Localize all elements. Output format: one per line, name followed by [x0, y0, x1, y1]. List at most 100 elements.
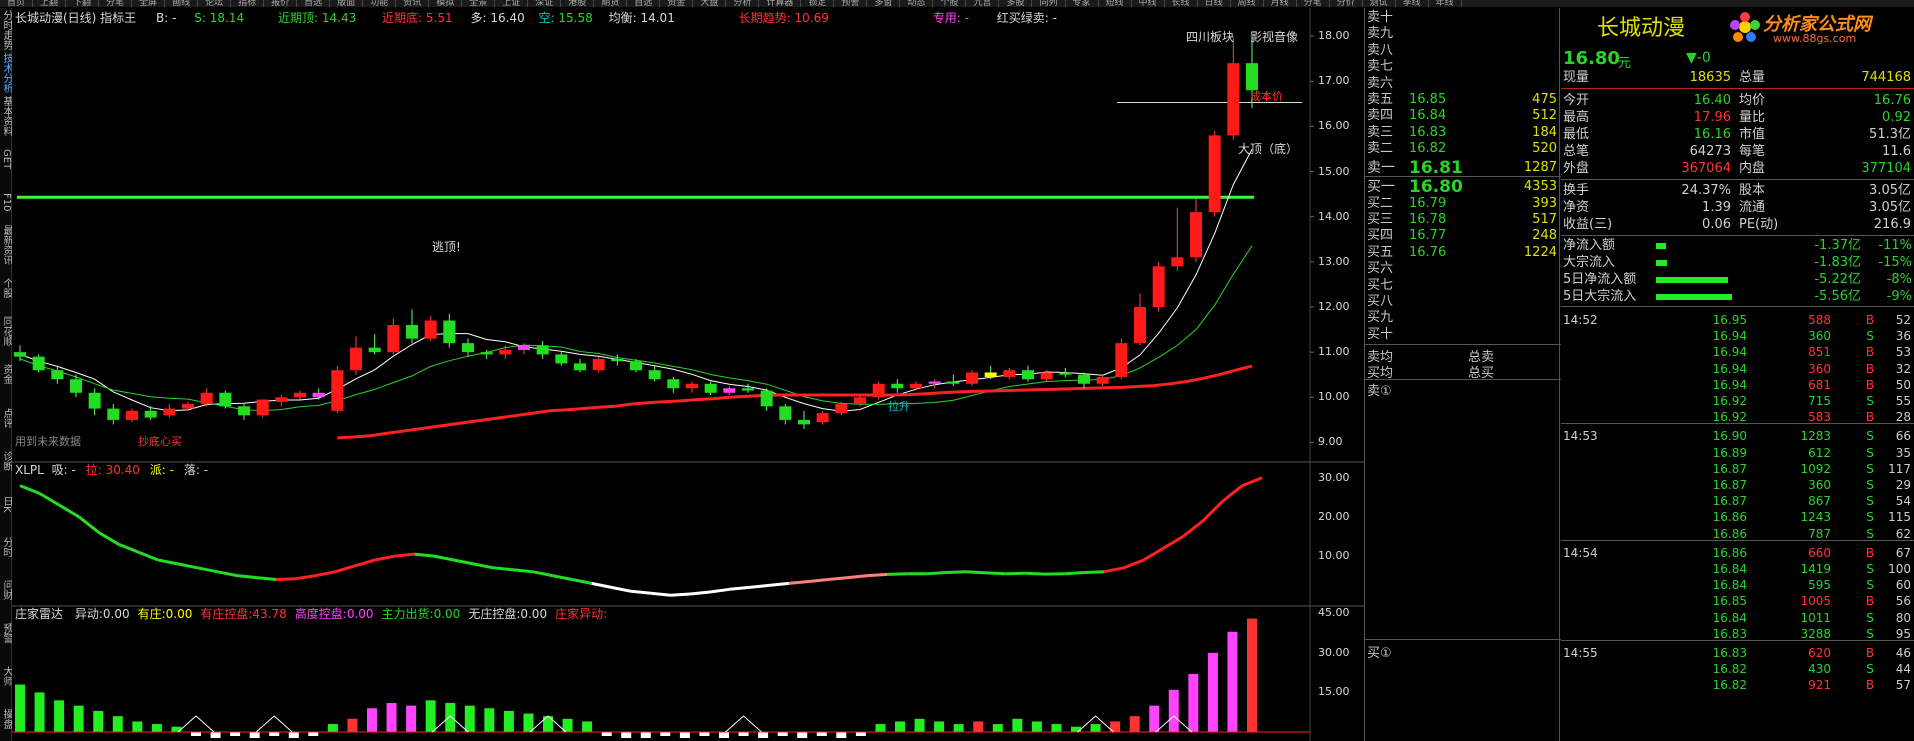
menu-item[interactable]: 大盘	[693, 0, 727, 7]
menu-item[interactable]: 全屏	[132, 0, 166, 7]
menu-item[interactable]: 模拟	[429, 0, 463, 7]
sell-row[interactable]: 卖二 16.82 520	[1365, 141, 1561, 156]
buy-row[interactable]: 买三 16.78 517	[1365, 212, 1561, 227]
left-tab[interactable]: 分时	[0, 525, 12, 568]
menu-item[interactable]: 资讯	[396, 0, 430, 7]
menu-item[interactable]: 个股	[933, 0, 967, 7]
left-tab[interactable]: 技术分析	[0, 51, 12, 94]
radar-item-label: 有庄控盘:	[200, 607, 253, 621]
left-tab[interactable]: 预警	[0, 612, 12, 655]
menu-item[interactable]: 上证	[495, 0, 529, 7]
menu-item[interactable]: 首选	[297, 0, 331, 7]
sell-queue-label[interactable]: 卖①	[1367, 380, 1392, 399]
menu-item[interactable]: 港股	[561, 0, 595, 7]
buy-level-label: 买九	[1367, 310, 1394, 326]
menu-item[interactable]: 九宫	[966, 0, 1000, 7]
menu-item[interactable]: 上翻	[33, 0, 67, 7]
menu-item[interactable]: 分价	[1330, 0, 1363, 7]
menu-item[interactable]: 分笔	[1297, 0, 1330, 7]
menu-item[interactable]: 专家	[1066, 0, 1099, 7]
sell-row[interactable]: 卖九	[1365, 26, 1561, 41]
left-tab[interactable]: 资金	[0, 353, 12, 396]
xlpl-la-label: 拉:	[85, 463, 102, 477]
menu-item[interactable]: 期货	[594, 0, 628, 7]
buy-queue-label[interactable]: 买①	[1367, 642, 1392, 661]
left-tab[interactable]: 基本资料	[0, 94, 12, 137]
sell-row[interactable]: 卖六	[1365, 76, 1561, 91]
menu-item[interactable]: 版面	[330, 0, 364, 7]
quote-label: 最高	[1563, 110, 1590, 125]
menu-item[interactable]: 自选	[627, 0, 661, 7]
yingshi-block-label[interactable]: 影视音像	[1250, 28, 1298, 45]
left-tab[interactable]: 大师	[0, 655, 12, 698]
quote-label: 内盘	[1739, 161, 1766, 176]
left-tab[interactable]: 操盘	[0, 698, 12, 741]
radar-item-label: 异动:	[74, 607, 103, 621]
sell-row[interactable]: 卖三 16.83 184	[1365, 125, 1561, 140]
left-tab[interactable]: 个股	[0, 267, 12, 310]
menu-item[interactable]: 论坛	[198, 0, 232, 7]
menu-item[interactable]: 多窗	[867, 0, 901, 7]
left-tab[interactable]: 同花顺	[0, 310, 12, 353]
sell-row[interactable]: 卖八	[1365, 43, 1561, 58]
menu-item[interactable]: 分析	[726, 0, 760, 7]
book-divider	[1365, 639, 1561, 640]
menu-item[interactable]: 预警	[834, 0, 868, 7]
menu-item[interactable]: 长线	[1165, 0, 1198, 7]
menu-item[interactable]: 年线	[1429, 0, 1462, 7]
buy-row[interactable]: 买十	[1365, 327, 1561, 342]
menu-item[interactable]: 画线	[165, 0, 199, 7]
menu-item[interactable]: 动态	[900, 0, 934, 7]
menu-item[interactable]: 月线	[1264, 0, 1297, 7]
menu-item[interactable]: 全景	[462, 0, 496, 7]
left-tab[interactable]: 分时走势	[0, 8, 12, 51]
left-tab[interactable]: F10	[0, 180, 12, 223]
menu-item[interactable]: 功能	[363, 0, 397, 7]
sell-row[interactable]: 卖一 16.81 1287	[1365, 158, 1561, 178]
left-tab[interactable]: 问财	[0, 569, 12, 612]
menu-item[interactable]: 测试	[1363, 0, 1396, 7]
left-tab[interactable]: 诊断	[0, 439, 12, 482]
menu-item[interactable]: 季线	[1396, 0, 1429, 7]
menu-item[interactable]: 分笔	[99, 0, 133, 7]
menu-item[interactable]: 中线	[1132, 0, 1165, 7]
buy-row[interactable]: 买一 16.80 4353	[1365, 177, 1561, 197]
sichuan-block-label[interactable]: 四川板块	[1186, 28, 1234, 45]
menu-item[interactable]: 首页	[0, 0, 34, 7]
left-tab[interactable]: 点评	[0, 396, 12, 439]
sell-row[interactable]: 卖十	[1365, 10, 1561, 25]
menu-item[interactable]: 短线	[1099, 0, 1132, 7]
menu-item[interactable]: 计算器	[759, 0, 802, 7]
chart-area[interactable]	[12, 8, 1364, 741]
menu-item[interactable]: 资金	[660, 0, 694, 7]
menu-item[interactable]: 指标	[231, 0, 265, 7]
menu-item[interactable]: 下翻	[66, 0, 100, 7]
buy-row[interactable]: 买八	[1365, 294, 1561, 309]
menu-item[interactable]: 周线	[1231, 0, 1264, 7]
sell-row[interactable]: 卖四 16.84 512	[1365, 108, 1561, 123]
radar-bar	[836, 732, 847, 738]
buy-row[interactable]: 买二 16.79 393	[1365, 196, 1561, 211]
menu-item[interactable]: 同列	[1032, 0, 1066, 7]
left-tab[interactable]: 日K	[0, 482, 12, 525]
left-tab[interactable]: 最新资讯	[0, 224, 12, 267]
tick-direction: B	[1865, 361, 1875, 376]
sell-row[interactable]: 卖五 16.85 475	[1365, 92, 1561, 107]
menu-item[interactable]: 报价	[264, 0, 298, 7]
buy-row[interactable]: 买七	[1365, 278, 1561, 293]
sell-row[interactable]: 卖七	[1365, 59, 1561, 74]
xlpl-segment	[236, 574, 257, 580]
menu-item[interactable]: 深证	[528, 0, 562, 7]
left-tab[interactable]: GET	[0, 137, 12, 180]
buy-row[interactable]: 买四 16.77 248	[1365, 228, 1561, 243]
buy-row[interactable]: 买九	[1365, 310, 1561, 325]
menu-item[interactable]: 锁定	[801, 0, 835, 7]
menu-item[interactable]: 日线	[1198, 0, 1231, 7]
b-value: -	[172, 11, 177, 25]
tick-direction: S	[1866, 562, 1874, 576]
buy-row[interactable]: 买六	[1365, 261, 1561, 276]
buy-row[interactable]: 买五 16.76 1224	[1365, 245, 1561, 260]
y-tick-label: 15.00	[1318, 164, 1350, 178]
menu-item[interactable]: 多股	[999, 0, 1033, 7]
tick-row: 16.87 867 S 54	[1561, 493, 1914, 509]
